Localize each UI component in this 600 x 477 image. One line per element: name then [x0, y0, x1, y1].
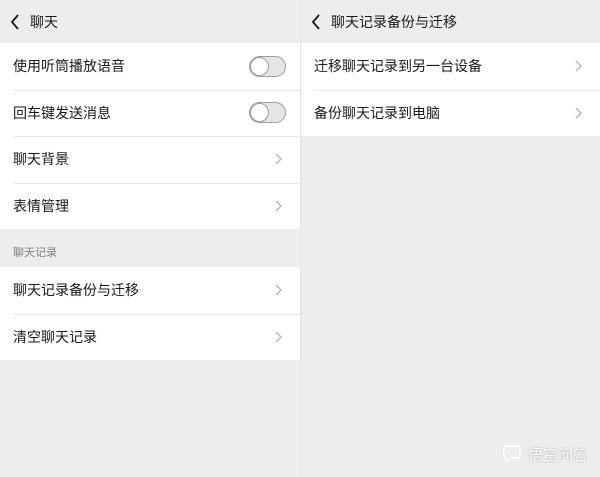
setting-backup-and-migrate[interactable]: 聊天记录备份与迁移 [0, 267, 300, 314]
earpiece-playback-toggle[interactable] [249, 55, 286, 77]
section-label-chat-history: 聊天记录 [13, 246, 57, 259]
backup-migrate-header: 聊天记录备份与迁移 [301, 0, 600, 43]
chevron-right-icon [266, 194, 290, 218]
toggle-knob [251, 104, 268, 122]
backup-options-group: 迁移聊天记录到另一台设备 备份聊天记录到电脑 [301, 43, 600, 136]
backup-to-computer[interactable]: 备份聊天记录到电脑 [301, 89, 600, 136]
chevron-right-icon [266, 278, 290, 302]
chevron-right-icon [566, 101, 590, 125]
toggle-knob [251, 57, 268, 75]
chevron-right-icon [266, 147, 290, 171]
setting-label: 表情管理 [13, 198, 69, 215]
setting-earpiece-playback[interactable]: 使用听筒播放语音 [0, 43, 300, 90]
chat-settings-header: 聊天 [0, 0, 300, 43]
chevron-left-icon [311, 13, 320, 30]
chat-settings-panel: 聊天 使用听筒播放语音 回车键发送消息 聊天背景 表情管理 聊天记录 聊天记录备… [0, 0, 300, 477]
wukong-watermark: 悟空问答 [500, 444, 588, 465]
migrate-to-another-device[interactable]: 迁移聊天记录到另一台设备 [301, 43, 600, 90]
page-title: 聊天记录备份与迁移 [331, 14, 457, 31]
chevron-right-icon [266, 325, 290, 349]
setting-clear-chat-history[interactable]: 清空聊天记录 [0, 313, 300, 360]
chat-bubble-logo-icon [503, 444, 521, 464]
chevron-left-icon [10, 13, 19, 30]
page-title: 聊天 [30, 14, 58, 31]
setting-chat-background[interactable]: 聊天背景 [0, 136, 300, 183]
settings-group-chat-history: 聊天记录备份与迁移 清空聊天记录 [0, 267, 300, 360]
back-button[interactable] [301, 0, 331, 43]
setting-enter-to-send[interactable]: 回车键发送消息 [0, 89, 300, 136]
setting-sticker-management[interactable]: 表情管理 [0, 182, 300, 229]
back-button[interactable] [0, 0, 30, 43]
setting-label: 清空聊天记录 [13, 329, 97, 346]
setting-label: 回车键发送消息 [13, 105, 111, 122]
enter-to-send-toggle[interactable] [249, 102, 286, 124]
chevron-right-icon [566, 54, 590, 78]
setting-label: 聊天记录备份与迁移 [13, 283, 139, 300]
watermark-text: 悟空问答 [527, 446, 588, 464]
settings-group-general: 使用听筒播放语音 回车键发送消息 聊天背景 表情管理 [0, 43, 300, 229]
setting-label: 使用听筒播放语音 [13, 59, 125, 76]
backup-migrate-panel: 聊天记录备份与迁移 迁移聊天记录到另一台设备 备份聊天记录到电脑 [301, 0, 600, 477]
option-label: 迁移聊天记录到另一台设备 [314, 59, 482, 76]
setting-label: 聊天背景 [13, 152, 69, 169]
option-label: 备份聊天记录到电脑 [314, 105, 440, 122]
